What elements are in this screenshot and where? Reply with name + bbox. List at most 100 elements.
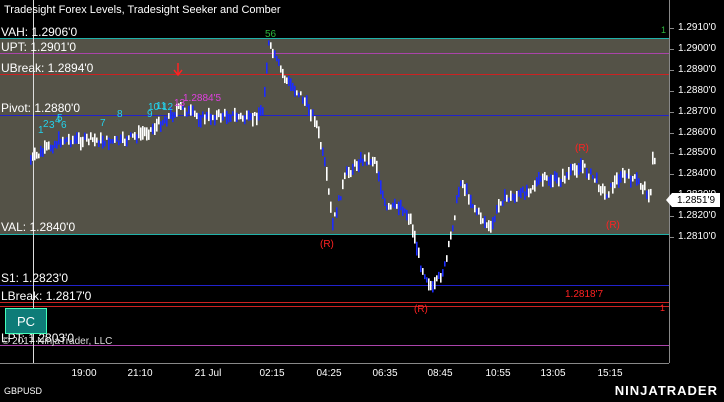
price-bar	[546, 175, 548, 181]
price-bar	[200, 115, 202, 128]
price-bar	[84, 132, 86, 140]
price-bar	[156, 118, 158, 132]
price-bar	[334, 212, 336, 217]
price-bar	[484, 216, 486, 229]
price-bar	[450, 231, 452, 240]
price-bar	[382, 190, 384, 199]
price-bar	[532, 185, 534, 190]
price-bar	[460, 180, 462, 187]
y-tick-mark	[670, 90, 674, 92]
price-bar	[488, 220, 490, 232]
price-bar	[34, 147, 36, 161]
price-bar	[54, 140, 56, 149]
price-bar	[620, 171, 622, 183]
price-bar	[296, 90, 298, 96]
price-bar	[346, 166, 348, 176]
price-bar	[52, 144, 54, 154]
time-axis[interactable]: 19:00 21:10 21 Jul 02:15 04:25 06:35 08:45 10:5…	[0, 363, 669, 384]
price-bar	[270, 42, 272, 49]
price-bar	[304, 97, 306, 106]
price-bar	[600, 186, 602, 196]
price-bar	[110, 139, 112, 144]
price-bar	[278, 58, 280, 67]
price-bar	[196, 112, 198, 120]
price-bar	[220, 113, 222, 123]
price-bar	[96, 137, 98, 143]
price-bar	[538, 171, 540, 185]
price-bar	[328, 188, 330, 195]
price-bar	[464, 184, 466, 197]
price-bar	[30, 155, 32, 165]
pc-button[interactable]: PC	[5, 308, 47, 334]
price-bar	[242, 115, 244, 122]
price-bar	[504, 189, 506, 202]
price-bar	[632, 175, 634, 182]
price-bar	[256, 112, 258, 126]
price-axis[interactable]: 1.2910'0 1.2900'0 1.2890'0 1.2880'0 1.2870'0…	[669, 0, 724, 363]
price-bar	[638, 178, 640, 185]
price-bar	[584, 163, 586, 168]
price-bar	[244, 115, 246, 125]
price-bar	[112, 139, 114, 144]
price-bar	[280, 65, 282, 73]
price-bar	[458, 186, 460, 198]
y-tick-mark	[670, 216, 674, 218]
price-bar	[108, 137, 110, 151]
price-bar	[366, 161, 368, 166]
x-tick-label: 06:35	[372, 368, 398, 379]
price-bar	[438, 271, 440, 279]
price-bar	[426, 277, 428, 283]
price-bar	[144, 127, 146, 137]
price-bar	[292, 82, 294, 92]
price-bar	[322, 147, 324, 156]
price-bar	[40, 145, 42, 157]
price-bar	[566, 172, 568, 179]
price-bar	[72, 135, 74, 145]
price-bar	[384, 198, 386, 206]
price-bar	[610, 183, 612, 188]
price-bar	[372, 156, 374, 167]
price-bar	[286, 77, 288, 84]
price-bar	[502, 200, 504, 207]
price-bar	[288, 75, 290, 87]
price-bar	[398, 201, 400, 216]
price-bar	[236, 112, 238, 123]
price-bar	[210, 113, 212, 125]
price-bar	[94, 133, 96, 147]
price-bar	[520, 187, 522, 199]
price-bar	[392, 202, 394, 208]
price-bar	[582, 160, 584, 174]
price-bar	[536, 177, 538, 187]
x-tick-label: 13:05	[540, 368, 566, 379]
y-tick-mark	[670, 111, 674, 113]
price-bar	[556, 172, 558, 184]
price-bar	[88, 138, 90, 146]
price-bar	[530, 188, 532, 194]
price-bar	[136, 134, 138, 144]
price-bar	[206, 111, 208, 120]
price-bar	[370, 159, 372, 166]
price-bar	[142, 126, 144, 140]
price-bar	[276, 55, 278, 62]
price-bar	[302, 96, 304, 104]
price-bar	[542, 173, 544, 187]
price-bar	[324, 157, 326, 167]
price-bar	[386, 204, 388, 211]
price-bar	[500, 201, 502, 206]
price-bar	[218, 109, 220, 118]
price-panel[interactable]: VAH: 1.2906'0 UPT: 1.2901'0 UBreak: 1.28…	[0, 0, 669, 363]
last-price-tag: 1.2851'9	[666, 193, 720, 207]
price-bar	[470, 194, 472, 209]
price-bar	[166, 117, 168, 127]
price-bar	[146, 127, 148, 141]
price-bar	[362, 158, 364, 167]
price-bar	[612, 182, 614, 194]
price-bar	[628, 168, 630, 179]
price-bar	[394, 198, 396, 209]
price-bar	[230, 114, 232, 122]
price-bar	[518, 190, 520, 197]
y-tick-mark	[670, 153, 674, 155]
x-tick-label: 08:45	[427, 368, 453, 379]
price-bar	[332, 217, 334, 231]
price-bar	[510, 190, 512, 201]
